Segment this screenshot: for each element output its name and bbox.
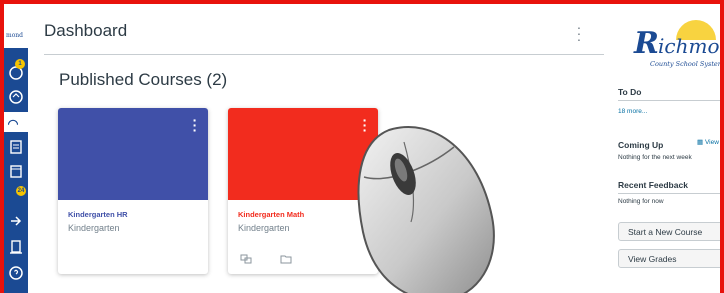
account-badge: 1 [15,59,25,69]
calendar-icon[interactable] [7,162,25,180]
section-title: Published Courses (2) [59,70,228,89]
account-icon[interactable]: 1 [7,59,25,82]
coming-up-heading: Coming Up [618,140,664,150]
feedback-divider [618,193,720,194]
richmond-logo: R ichmond County School System [634,20,724,76]
logo-subtitle: County School System [650,60,724,68]
discussions-icon[interactable] [240,252,252,264]
header-divider [44,54,604,55]
start-course-button[interactable]: Start a New Course [618,222,720,241]
help-icon[interactable] [7,264,25,282]
screen-frame: mond 1 24 Dashboard · · · Published Cour… [0,0,724,293]
feedback-empty: Nothing for now [618,198,664,205]
course-term: Kindergarten [68,223,120,233]
coming-up-empty: Nothing for the next week [618,154,692,161]
feedback-heading: Recent Feedback [618,180,688,190]
course-name[interactable]: Kindergarten Math [238,210,304,219]
logo-letter: R [634,26,659,61]
calendar-badge: 24 [16,186,26,196]
admin-icon[interactable] [7,88,25,106]
card-options-icon[interactable]: · · · [192,113,198,137]
todo-divider [618,100,720,101]
course-term: Kindergarten [238,223,290,233]
todo-heading: To Do [618,87,642,97]
calendar-small-icon: ▦ [697,139,705,146]
inbox-icon[interactable] [7,212,25,230]
global-nav: mond 1 24 [4,4,28,293]
nav-logo[interactable]: mond [4,4,28,48]
course-card[interactable]: · · · Kindergarten HR Kindergarten [58,108,208,274]
calendar-view-link[interactable]: ▦ View [697,138,719,146]
view-grades-button[interactable]: View Grades [618,249,720,268]
nav-logo-text: mond [6,32,24,39]
courses-icon[interactable] [7,138,25,156]
mouse-illustration [349,122,499,293]
files-icon[interactable] [280,252,292,264]
view-label: View [704,139,719,146]
dashboard-options-icon[interactable]: · · · [574,20,584,46]
course-name[interactable]: Kindergarten HR [68,210,128,219]
todo-more-link[interactable]: 18 more... [618,108,647,115]
dashboard-icon[interactable] [4,112,28,132]
commons-icon[interactable] [7,238,25,256]
logo-word: ichmond [658,34,720,58]
course-card-hero[interactable]: · · · [58,108,208,200]
page-title: Dashboard [44,21,128,40]
